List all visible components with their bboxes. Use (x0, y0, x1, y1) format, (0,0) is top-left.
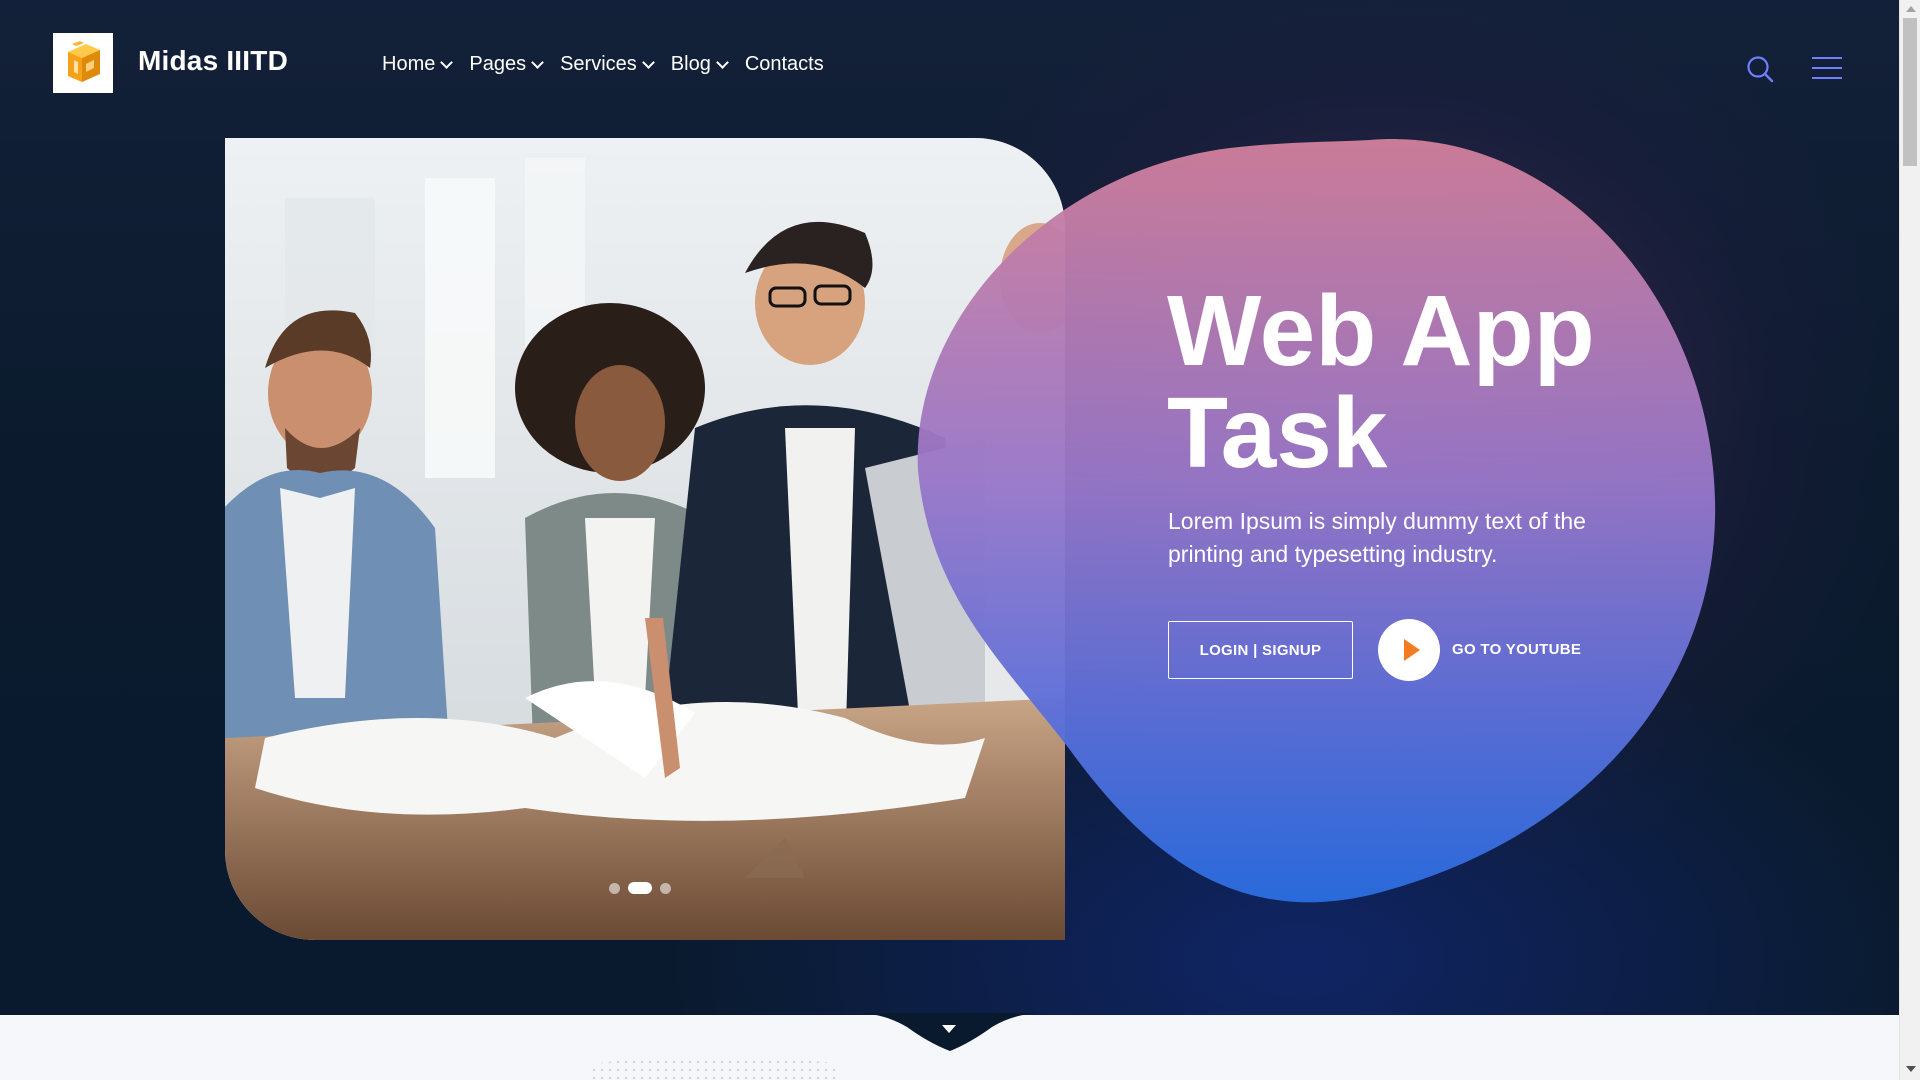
login-signup-button[interactable]: LOGIN | SIGNUP (1168, 621, 1353, 679)
nav-pages[interactable]: Pages (469, 53, 544, 76)
main-nav: Home Pages Services Blog Contacts (382, 53, 842, 76)
play-button[interactable] (1378, 619, 1440, 681)
nav-contacts-label: Contacts (744, 53, 824, 75)
scroll-up-arrow-icon[interactable] (1906, 6, 1916, 12)
nav-pages-label: Pages (469, 53, 527, 75)
carousel-dots (609, 882, 671, 894)
hero-title-line-2: Task (1167, 377, 1388, 489)
hero-subtitle: Lorem Ipsum is simply dummy text of the … (1168, 508, 1586, 567)
nav-services[interactable]: Services (560, 53, 655, 76)
nav-home[interactable]: Home (382, 53, 454, 76)
chevron-down-icon (531, 55, 544, 69)
nav-home-label: Home (382, 53, 436, 75)
brand-name[interactable]: Midas IIITD (138, 45, 288, 77)
vertical-scrollbar[interactable] (1899, 0, 1920, 1080)
dotted-pattern-decoration (590, 1058, 840, 1080)
nav-contacts[interactable]: Contacts (745, 53, 824, 76)
chevron-down-icon (440, 55, 454, 69)
carousel-dot-2-active[interactable] (628, 882, 652, 894)
play-icon (1403, 639, 1420, 661)
chevron-down-icon (715, 55, 729, 69)
hero-title-line-1: Web App (1167, 275, 1595, 387)
scroll-down-notch[interactable] (862, 1013, 1037, 1053)
chevron-down-icon (641, 55, 655, 69)
nav-blog-label: Blog (670, 53, 711, 75)
carousel-dot-3[interactable] (660, 882, 671, 894)
nav-services-label: Services (560, 53, 637, 75)
scroll-down-arrow-icon[interactable] (1906, 1066, 1916, 1072)
hero-title: Web App Task (1167, 280, 1687, 484)
page: Midas IIITD Home Pages Services Blog Con… (0, 0, 1899, 1080)
hamburger-menu-icon[interactable] (1812, 56, 1842, 80)
carousel-dot-1[interactable] (609, 882, 620, 894)
search-icon[interactable] (1746, 55, 1774, 83)
cube-logo-icon (68, 41, 100, 82)
scrollbar-thumb[interactable] (1903, 18, 1917, 166)
brand-logo[interactable] (53, 33, 113, 93)
nav-blog[interactable]: Blog (670, 53, 729, 76)
caret-down-icon[interactable] (942, 1025, 956, 1033)
go-to-youtube-link[interactable]: GO TO YOUTUBE (1452, 641, 1581, 658)
